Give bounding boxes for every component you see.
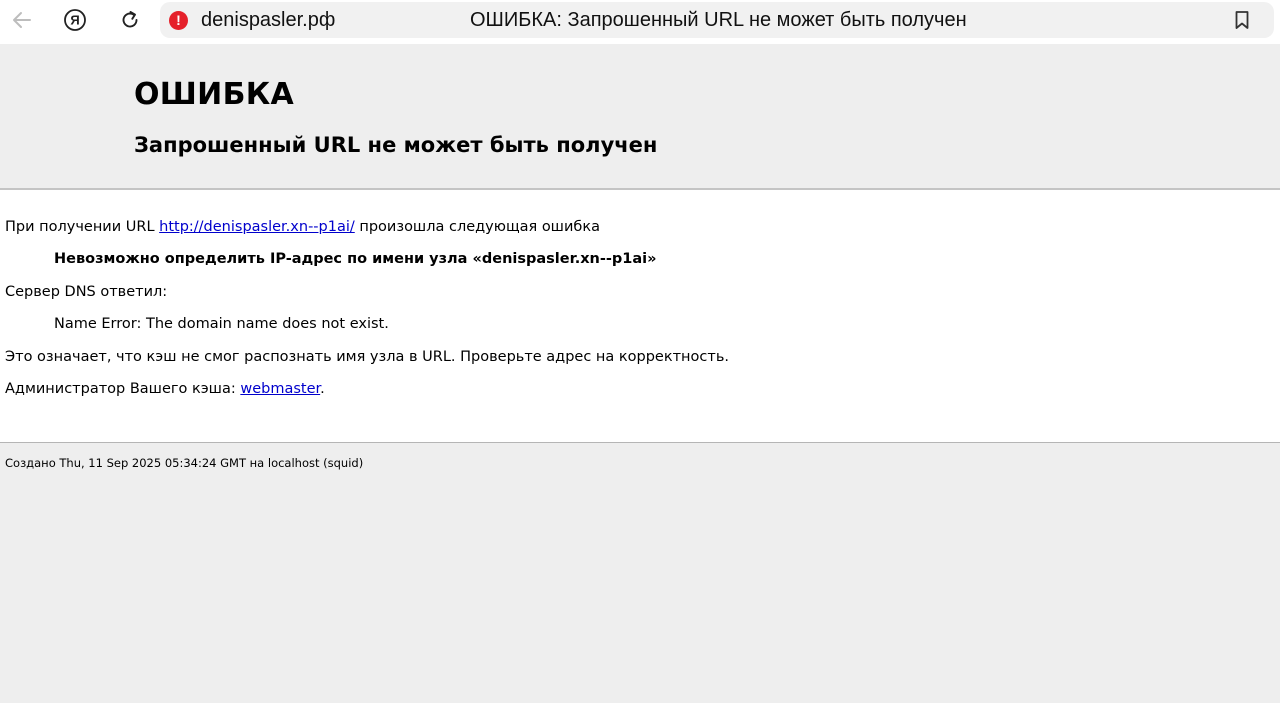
bookmark-button[interactable]	[1230, 8, 1254, 32]
admin-suffix: .	[320, 381, 325, 397]
error-message: Невозможно определить IP-адрес по имени …	[54, 251, 657, 267]
arrow-left-icon	[13, 12, 31, 28]
explanation: Это означает, что кэш не смог распознать…	[5, 349, 729, 365]
error-header: ОШИБКА Запрошенный URL не может быть пол…	[0, 44, 1280, 190]
webmaster-link[interactable]: webmaster	[240, 381, 320, 397]
intro-line: При получении URL http://denispasler.xn-…	[5, 217, 600, 237]
back-button[interactable]	[5, 5, 39, 35]
error-body: При получении URL http://denispasler.xn-…	[0, 190, 1280, 443]
dns-label: Сервер DNS ответил:	[5, 284, 168, 300]
reload-icon	[122, 11, 138, 28]
intro-suffix: произошла следующая ошибка	[354, 219, 600, 235]
dns-response: Name Error: The domain name does not exi…	[54, 316, 389, 332]
admin-prefix: Администратор Вашего кэша:	[5, 381, 241, 397]
yandex-glyph: Я	[70, 13, 79, 28]
browser-toolbar: Я ! denispasler.рф ОШИБКА: Запрошенный U…	[0, 0, 1280, 44]
tab-title: ОШИБКА: Запрошенный URL не может быть по…	[470, 9, 967, 31]
bookmark-icon	[1235, 11, 1249, 29]
page-subtitle: Запрошенный URL не может быть получен	[134, 133, 658, 157]
footer-generated: Создано Thu, 11 Sep 2025 05:34:24 GMT на…	[5, 456, 364, 470]
yandex-button[interactable]: Я	[58, 5, 92, 35]
intro-prefix: При получении URL	[5, 219, 160, 235]
admin-line: Администратор Вашего кэша: webmaster.	[5, 379, 325, 399]
warning-icon[interactable]: !	[169, 11, 188, 30]
address-domain[interactable]: denispasler.рф	[201, 9, 335, 31]
yandex-logo-icon: Я	[64, 9, 86, 31]
reload-button[interactable]	[113, 5, 147, 35]
requested-url-link[interactable]: http://denispasler.xn--p1ai/	[159, 219, 355, 235]
address-bar[interactable]: ! denispasler.рф ОШИБКА: Запрошенный URL…	[160, 2, 1274, 38]
page-title: ОШИБКА	[134, 77, 295, 112]
warning-glyph: !	[176, 12, 181, 28]
